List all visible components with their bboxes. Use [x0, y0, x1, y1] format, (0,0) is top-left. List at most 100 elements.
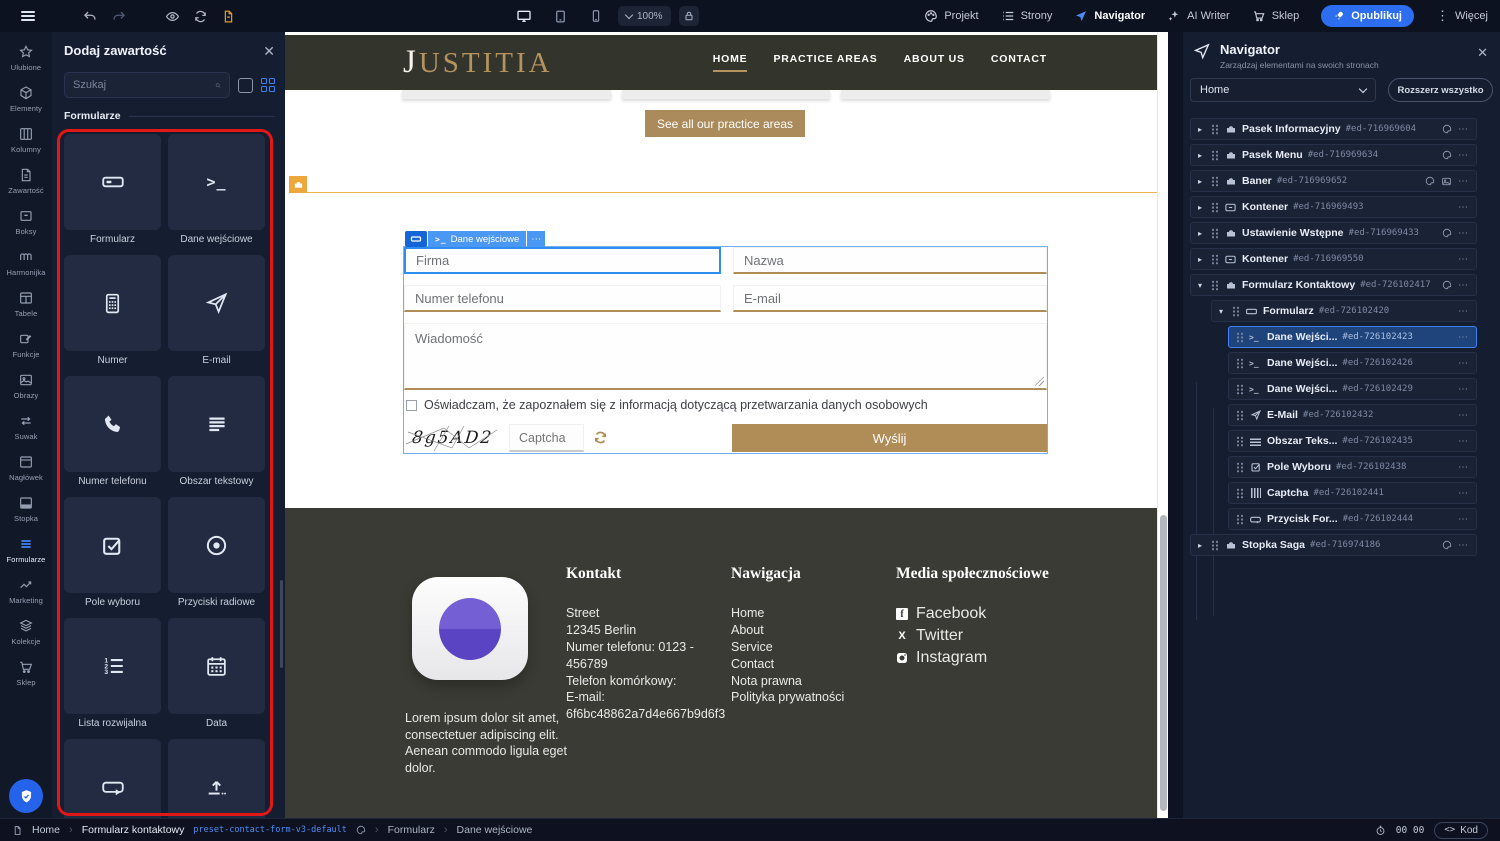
row-menu-icon[interactable]: ⋯ — [1458, 488, 1469, 499]
tile-przyciski-radiowe[interactable]: Przyciski radiowe — [168, 497, 265, 616]
footer-link-polityka[interactable]: Polityka prywatności — [731, 689, 881, 706]
drag-handle-icon[interactable] — [1236, 514, 1244, 525]
tree-row-stopka-saga[interactable]: ▸Stopka Saga#ed-716974186⋯ — [1190, 534, 1477, 556]
caret-right-icon[interactable]: ▸ — [1198, 541, 1206, 550]
drag-handle-icon[interactable] — [1211, 202, 1219, 213]
grid-view-toggle-icon[interactable] — [261, 78, 275, 92]
caret-down-icon[interactable]: ▾ — [1219, 307, 1227, 316]
tile-numer[interactable]: Numer — [64, 255, 161, 374]
sidebar-item-boksy[interactable]: Boksy — [0, 201, 52, 242]
drag-handle-icon[interactable] — [1236, 488, 1244, 499]
nav-link-about-us[interactable]: ABOUT US — [904, 53, 965, 72]
panel-scrollbar[interactable] — [280, 580, 283, 668]
row-menu-icon[interactable]: ⋯ — [1458, 332, 1469, 343]
canvas-scrollbar[interactable] — [1157, 32, 1168, 818]
sidebar-item-kolumny[interactable]: Kolumny — [0, 119, 52, 160]
email-field[interactable] — [733, 285, 1047, 312]
row-menu-icon[interactable]: ⋯ — [1458, 540, 1469, 551]
nazwa-field[interactable] — [733, 247, 1047, 274]
tree-row-pasek-menu[interactable]: ▸Pasek Menu#ed-716969634⋯ — [1190, 144, 1477, 166]
drag-handle-icon[interactable] — [1232, 306, 1240, 317]
footer-link-nota-prawna[interactable]: Nota prawna — [731, 673, 881, 690]
sidebar-item-tabele[interactable]: Tabele — [0, 283, 52, 324]
sidebar-item-zawartosc[interactable]: Zawartość — [0, 160, 52, 201]
telefon-field[interactable] — [404, 285, 721, 312]
mobile-view-icon[interactable] — [582, 4, 610, 28]
firma-field[interactable] — [404, 247, 721, 274]
nav-link-home[interactable]: HOME — [713, 53, 748, 72]
caret-right-icon[interactable]: ▸ — [1198, 125, 1206, 134]
breadcrumb-formularz-kontaktowy[interactable]: Formularz kontaktowy — [82, 824, 185, 836]
breadcrumb-home[interactable]: Home — [32, 824, 60, 836]
wiadomosc-field[interactable] — [404, 323, 1047, 390]
list-view-toggle-icon[interactable] — [238, 78, 253, 93]
footer-link-service[interactable]: Service — [731, 639, 881, 656]
footer-link-home[interactable]: Home — [731, 605, 881, 622]
drag-handle-icon[interactable] — [1211, 124, 1219, 135]
palette-icon[interactable] — [1442, 228, 1452, 238]
palette-icon[interactable] — [1425, 176, 1435, 186]
close-icon[interactable]: ✕ — [1477, 46, 1488, 59]
captcha-input[interactable] — [509, 424, 584, 452]
tile-formularz[interactable]: Formularz — [64, 134, 161, 253]
nav-link-contact[interactable]: CONTACT — [991, 53, 1047, 72]
row-menu-icon[interactable]: ⋯ — [1458, 410, 1469, 421]
consent-checkbox[interactable] — [406, 400, 417, 411]
tree-row-captcha[interactable]: Captcha#ed-726102441⋯ — [1228, 482, 1477, 504]
publish-button[interactable]: Opublikuj — [1321, 5, 1414, 27]
row-menu-icon[interactable]: ⋯ — [1458, 514, 1469, 525]
sidebar-item-formularze[interactable]: Formularze — [0, 529, 52, 570]
input-element-icon[interactable] — [405, 231, 427, 247]
row-menu-icon[interactable]: ⋯ — [1458, 436, 1469, 447]
drag-handle-icon[interactable] — [1236, 410, 1244, 421]
tree-row-przycisk-formularza[interactable]: Przycisk For...#ed-726102444⋯ — [1228, 508, 1477, 530]
row-menu-icon[interactable]: ⋯ — [1458, 358, 1469, 369]
image-icon[interactable] — [1441, 176, 1452, 187]
row-menu-icon[interactable]: ⋯ — [1458, 384, 1469, 395]
row-menu-icon[interactable]: ⋯ — [1458, 176, 1469, 187]
section-add-marker[interactable] — [289, 176, 307, 193]
tablet-view-icon[interactable] — [546, 4, 574, 28]
row-menu-icon[interactable]: ⋯ — [1458, 462, 1469, 473]
scrollbar-thumb[interactable] — [1160, 515, 1167, 811]
drag-handle-icon[interactable] — [1236, 436, 1244, 447]
sklep-menu-item[interactable]: Sklep — [1252, 9, 1300, 23]
tree-row-kontener-1[interactable]: ▸Kontener#ed-716969493⋯ — [1190, 196, 1477, 218]
row-menu-icon[interactable]: ⋯ — [1458, 124, 1469, 135]
row-menu-icon[interactable]: ⋯ — [1458, 280, 1469, 291]
see-all-practice-areas-button[interactable]: See all our practice areas — [645, 110, 805, 137]
drag-handle-icon[interactable] — [1236, 358, 1244, 369]
sidebar-item-naglowek[interactable]: Nagłówek — [0, 447, 52, 488]
textarea-resize-handle[interactable] — [1035, 377, 1044, 386]
social-twitter[interactable]: XTwitter — [896, 627, 1076, 645]
caret-right-icon[interactable]: ▸ — [1198, 151, 1206, 160]
drag-handle-icon[interactable] — [1211, 254, 1219, 265]
ai-writer-menu-item[interactable]: AI Writer — [1167, 9, 1230, 23]
tree-row-obszar-tekstowy[interactable]: Obszar Teks...#ed-726102435⋯ — [1228, 430, 1477, 452]
palette-icon[interactable] — [356, 825, 366, 835]
palette-icon[interactable] — [1442, 280, 1452, 290]
lock-icon[interactable] — [679, 6, 699, 26]
sidebar-item-elementy[interactable]: Elementy — [0, 78, 52, 119]
element-type-tag[interactable]: >_Dane wejściowe — [428, 231, 526, 247]
drag-handle-icon[interactable] — [1211, 228, 1219, 239]
sidebar-item-funkcje[interactable]: Funkcje — [0, 324, 52, 365]
footer-link-about[interactable]: About — [731, 622, 881, 639]
template-file-icon[interactable] — [214, 4, 242, 28]
footer-link-contact[interactable]: Contact — [731, 656, 881, 673]
preview-eye-icon[interactable] — [158, 4, 186, 28]
tile-pole-wyboru[interactable]: Pole wyboru — [64, 497, 161, 616]
breadcrumb-dane-wejsciowe[interactable]: Dane wejściowe — [457, 824, 533, 836]
preset-name[interactable]: preset-contact-form-v3-default — [193, 825, 347, 835]
caret-down-icon[interactable]: ▾ — [1198, 281, 1206, 290]
drag-handle-icon[interactable] — [1236, 462, 1244, 473]
undo-icon[interactable] — [76, 4, 104, 28]
row-menu-icon[interactable]: ⋯ — [1458, 228, 1469, 239]
sidebar-item-sklep[interactable]: Sklep — [0, 652, 52, 693]
close-icon[interactable]: ✕ — [263, 44, 275, 58]
refresh-icon[interactable] — [186, 4, 214, 28]
sidebar-item-marketing[interactable]: Marketing — [0, 570, 52, 611]
palette-icon[interactable] — [1442, 540, 1452, 550]
nav-link-practice-areas[interactable]: PRACTICE AREAS — [773, 53, 877, 72]
expand-all-button[interactable]: Rozszerz wszystko — [1388, 78, 1493, 102]
